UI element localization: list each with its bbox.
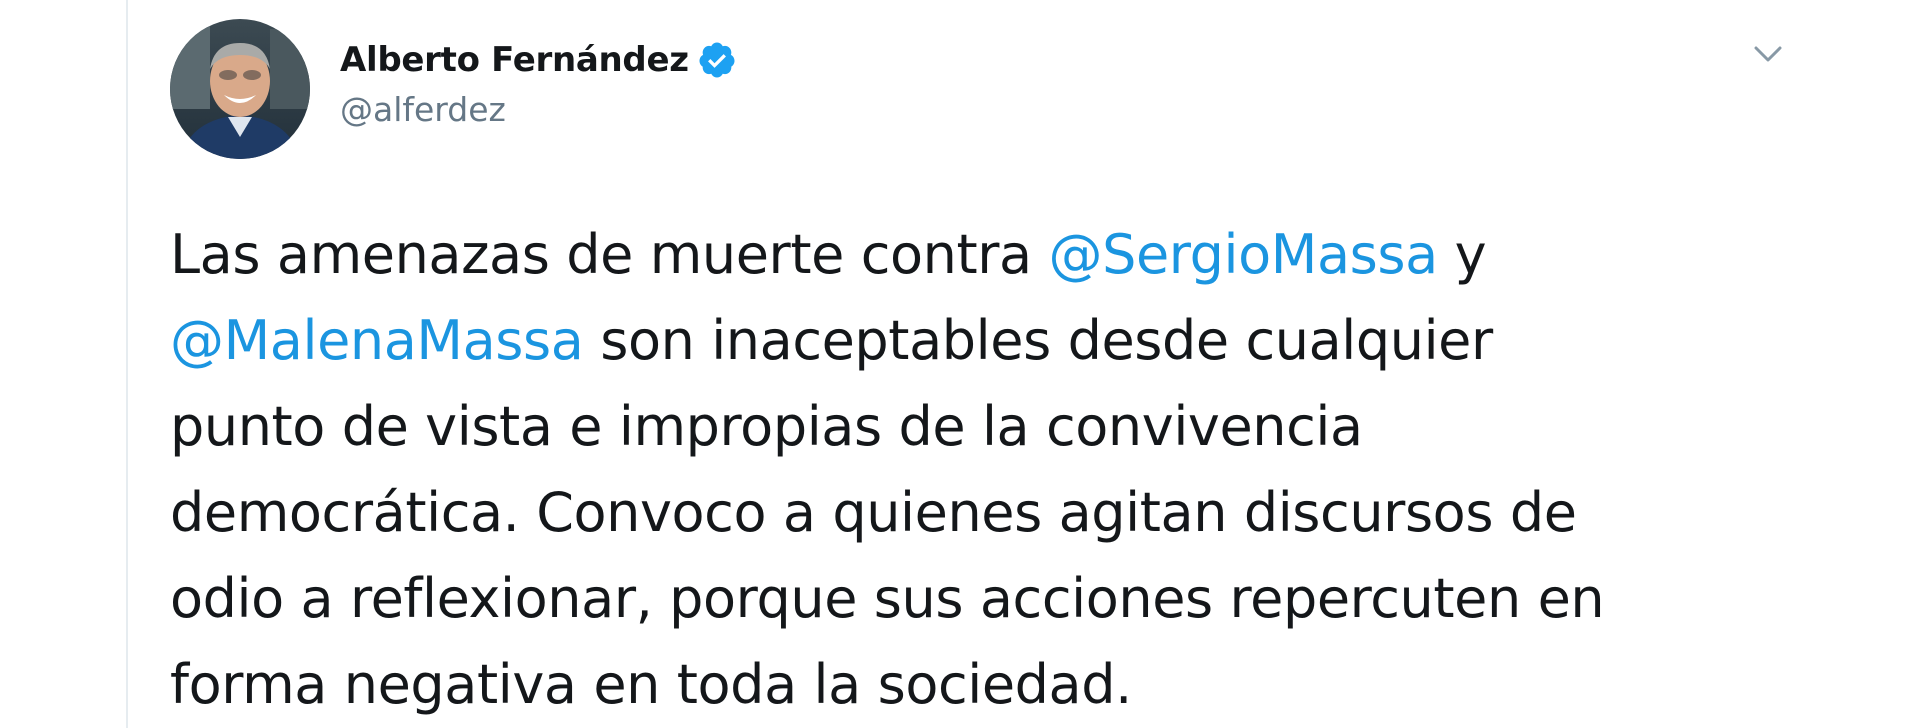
tweet-text-line: odio a reflexionar, porque sus acciones … (170, 567, 1605, 630)
mention-link[interactable]: @MalenaMassa (170, 309, 584, 372)
name-row: Alberto Fernández (340, 32, 737, 88)
verified-badge-icon (697, 40, 737, 80)
author-handle[interactable]: @alferdez (340, 90, 737, 129)
text-segment: y (1437, 223, 1487, 286)
avatar-image (170, 19, 310, 159)
tweet-text-line: @MalenaMassa son inaceptables desde cual… (170, 298, 1730, 384)
chevron-down-icon[interactable] (1746, 36, 1790, 72)
tweet-text: Las amenazas de muerte contra @SergioMas… (170, 212, 1730, 728)
tweet-card[interactable]: Alberto Fernández @alferdez Las amenazas… (128, 0, 1920, 728)
avatar[interactable] (170, 19, 310, 159)
tweet-header: Alberto Fernández @alferdez (340, 32, 737, 129)
text-segment: son inaceptables desde cualquier (583, 309, 1493, 372)
tweet-text-line: punto de vista e impropias de la convive… (170, 395, 1363, 458)
author-display-name[interactable]: Alberto Fernández (340, 40, 689, 80)
tweet-text-line: Las amenazas de muerte contra @SergioMas… (170, 212, 1730, 298)
text-segment: Las amenazas de muerte contra (170, 223, 1049, 286)
tweet-text-line: democrática. Convoco a quienes agitan di… (170, 481, 1577, 544)
mention-link[interactable]: @SergioMassa (1049, 223, 1439, 286)
tweet-text-line: forma negativa en toda la sociedad. (170, 653, 1132, 716)
